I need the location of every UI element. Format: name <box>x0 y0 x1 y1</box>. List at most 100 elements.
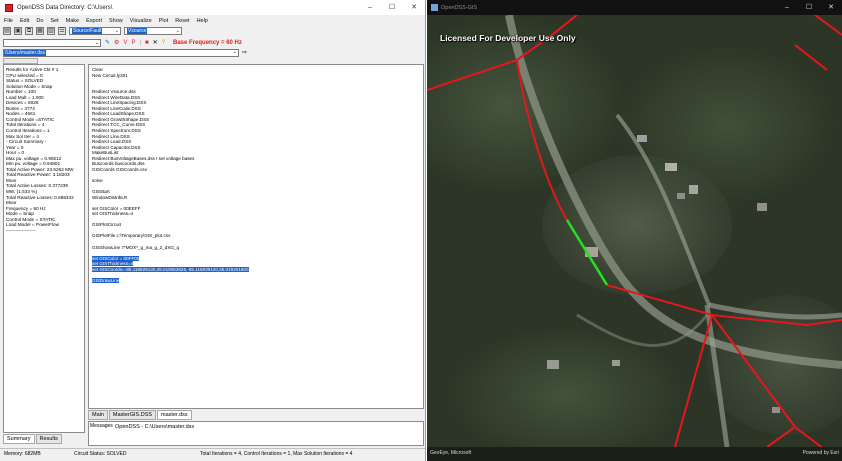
line-text: Load Model = PowerFlow <box>6 222 60 228</box>
line-text: WindowDistribLR <box>92 194 128 200</box>
map-building <box>677 193 685 199</box>
list-icon[interactable]: ☰ <box>58 27 66 35</box>
script-editor[interactable]: Clear New Circuit.ly201 Redirect Vsource.d… <box>88 64 424 409</box>
line-text: MW, (1.533 %) <box>6 189 37 195</box>
line-text: Redirect GrowthShape.DSS <box>92 116 150 122</box>
map-title-bar: OpenDSS-GIS – ☐ ✕ <box>427 0 842 15</box>
menu-reset[interactable]: Reset <box>175 18 189 24</box>
map-building <box>547 360 559 369</box>
gear-icon[interactable]: ⚙ <box>114 39 119 47</box>
line-text: Control Mode = STATIC <box>6 216 56 222</box>
line-text: Buses = 3774 <box>6 105 35 111</box>
line-text: Mvar <box>6 177 17 183</box>
tab-results[interactable]: Results <box>35 434 62 444</box>
line-text: Year = 0 <box>6 144 24 150</box>
map-building <box>612 360 620 366</box>
stop-icon[interactable]: ■ <box>145 39 149 47</box>
line-text: Max Sol Iter = 4 <box>6 133 39 139</box>
menu-plot[interactable]: Plot <box>159 18 168 24</box>
map-app-icon <box>431 4 438 11</box>
license-watermark: Licensed For Developer Use Only <box>440 33 576 43</box>
menu-export[interactable]: Export <box>86 18 102 24</box>
line-text: Number = 100 <box>6 89 36 95</box>
line-text: Redirect TCC_Curve.DSS <box>92 122 146 128</box>
run-icon[interactable]: ▥ <box>47 27 55 35</box>
chevron-down-icon: ⌄ <box>232 49 237 55</box>
file-path-combo[interactable]: /Users/master.dss ⌄ <box>3 49 239 57</box>
map-minimize-button[interactable]: – <box>776 0 798 15</box>
map-close-button[interactable]: ✕ <box>820 0 842 15</box>
command-combo[interactable]: ⌄ <box>3 39 101 47</box>
map-canvas[interactable] <box>427 15 842 447</box>
line-text: Redirect Line.DSS <box>92 133 130 139</box>
line-text: New Circuit.ly201 <box>92 72 128 78</box>
line-text: GISStart <box>92 189 110 195</box>
tab-master[interactable]: master.dss <box>157 410 192 420</box>
menu-make[interactable]: Make <box>66 18 79 24</box>
command-toolbar: ⌄ ✎ ⚙ V P | ■ ✕ ? Base Frequency = 60 Hz <box>0 38 425 48</box>
file-path-value: /Users/master.dss <box>4 50 47 56</box>
line-text: Redirect Capacitor.DSS <box>92 144 141 150</box>
tab-summary[interactable]: Summary <box>3 434 35 444</box>
messages-pane[interactable]: Messages OpenDSS - C:\Users\master.dss <box>88 421 424 446</box>
element-select[interactable]: Vsource ⌄ <box>124 27 182 35</box>
cancel-icon[interactable]: ✕ <box>153 39 158 47</box>
compile-icon[interactable]: ▦ <box>36 27 44 35</box>
folder-open-icon[interactable]: ⇨ <box>242 49 247 56</box>
line-text: Results for Active Ckt # 1 <box>6 67 59 72</box>
line-text: set GISThickness=4 <box>92 211 134 217</box>
save-icon[interactable]: ▣ <box>14 27 22 35</box>
line-text: Status = SOLVED <box>6 78 44 84</box>
minimize-button[interactable]: – <box>359 0 381 15</box>
main-toolbar: ▤ ▣ ⧉ ▦ ▥ ☰ Source/Fault ⌄ Vsource ⌄ <box>0 25 425 37</box>
opendss-app-icon <box>5 3 13 12</box>
line-text: GISShowLine 7*MOX*_g_ma_g_2_dXG_q <box>92 244 180 250</box>
line-text: Solution Mode = Snap <box>6 83 53 89</box>
chevron-down-icon: ⌄ <box>175 28 180 34</box>
power-icon[interactable]: P <box>131 39 135 47</box>
line-text: GISPlotFile c:\Temporary\GIS_plot.csv <box>92 233 171 239</box>
line-text: Total Reactive Losses: 0.688332 <box>6 194 74 200</box>
gis-map-window: OpenDSS-GIS – ☐ ✕ Licensed For Developer… <box>427 0 842 461</box>
line-text: set GISColor = 00FF00 <box>92 255 140 261</box>
menu-file[interactable]: File <box>4 18 13 24</box>
class-select[interactable]: Source/Fault ⌄ <box>69 27 121 35</box>
menu-help[interactable]: Help <box>197 18 208 24</box>
menu-do[interactable]: Do <box>36 18 43 24</box>
tab-main[interactable]: Main <box>88 410 108 420</box>
map-building <box>689 185 698 194</box>
open-file-icon[interactable]: ▤ <box>3 27 11 35</box>
close-button[interactable]: ✕ <box>403 0 425 15</box>
copy-icon[interactable]: ⧉ <box>25 27 33 35</box>
map-building <box>757 203 767 211</box>
tab-mastergis[interactable]: MasterGIS.DSS <box>108 410 157 420</box>
line-text: Total Active Losses: 0.377239 <box>6 183 69 189</box>
messages-label: Messages <box>90 423 113 429</box>
editor-tabs: Main MasterGIS.DSS master.dss <box>88 410 424 420</box>
line-text: set GISColor = 00EEFF <box>92 205 141 211</box>
line-text: Redirect LineSpacing.DSS <box>92 100 147 106</box>
menu-show[interactable]: Show <box>109 18 123 24</box>
script-line: GISDrawLine <box>92 277 420 284</box>
map-maximize-button[interactable]: ☐ <box>798 0 820 15</box>
menu-visualize[interactable]: Visualize <box>130 18 152 24</box>
window-title: OpenDSS Data Directory: C:\Users\ <box>17 4 113 11</box>
map-building <box>772 407 780 413</box>
menu-edit[interactable]: Edit <box>20 18 29 24</box>
line-text: Redirect WireData.DSS <box>92 94 141 100</box>
map-window-controls: – ☐ ✕ <box>776 0 842 15</box>
maximize-button[interactable]: ☐ <box>381 0 403 15</box>
line-text: Redirect BusVoltageBases.dss ! set volta… <box>92 155 195 161</box>
menu-set[interactable]: Set <box>50 18 58 24</box>
edit-icon[interactable]: ✎ <box>105 39 110 47</box>
summary-tabs: Summary Results <box>3 434 63 444</box>
line-text: Redirect LoadShape.DSS <box>92 111 145 117</box>
line-text: Redirect Vsource.dss <box>92 89 136 95</box>
help-icon[interactable]: ? <box>162 39 165 47</box>
summary-pane[interactable]: Results for Active Ckt # 1 CPU selected =… <box>3 64 85 433</box>
voltage-icon[interactable]: V <box>123 39 127 47</box>
line-text: GISCoords GISCoords.csv <box>92 166 147 172</box>
line-text: Redirect Spectrum.DSS <box>92 128 141 134</box>
line-text: Max pu. voltage = 0.99212 <box>6 155 62 161</box>
line-text: ------------------- <box>6 227 36 233</box>
